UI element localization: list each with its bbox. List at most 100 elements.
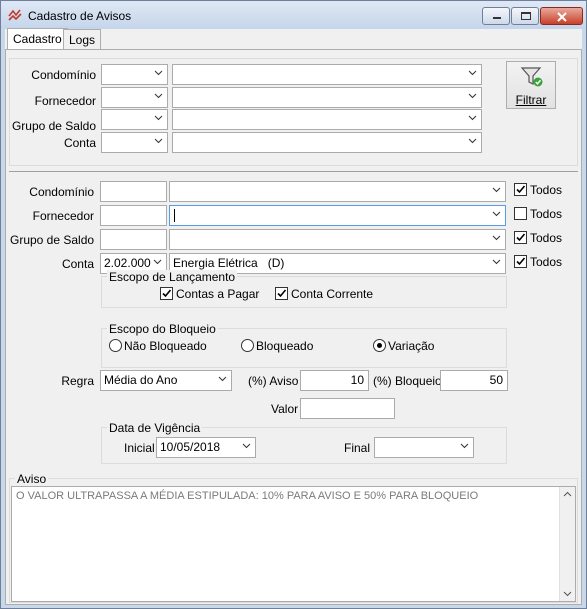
todos-label-conta: Todos [530, 255, 563, 269]
label-conta: Conta [61, 257, 94, 271]
chevron-down-icon [154, 93, 163, 99]
fornecedor-combo[interactable] [169, 205, 506, 226]
tab-page-cadastro: Condomínio Fornecedor Grupo de Saldo Con… [5, 49, 582, 605]
filter-condominio-code[interactable] [101, 64, 168, 85]
separator-line [9, 171, 578, 172]
app-icon [8, 9, 22, 21]
conta-corrente-label: Conta Corrente [291, 287, 374, 301]
filter-label-fornecedor: Fornecedor [34, 94, 96, 108]
escopo-lancamento-title: Escopo de Lançamento [107, 270, 238, 284]
filter-label-condominio: Condomínio [31, 68, 96, 82]
filter-conta-code[interactable] [101, 132, 168, 153]
fornecedor-code-input[interactable] [100, 205, 167, 226]
main-window: Cadastro de Avisos Cadastro Logs Condomí… [0, 0, 587, 609]
scroll-down-icon[interactable] [563, 589, 572, 598]
condominio-code-input[interactable] [100, 181, 167, 202]
chevron-down-icon [218, 376, 227, 382]
final-date-picker[interactable] [374, 437, 474, 458]
chevron-down-icon [492, 187, 501, 193]
aviso-textarea[interactable]: O VALOR ULTRAPASSA A MÉDIA ESTIPULADA: 1… [11, 486, 576, 602]
maximize-button[interactable] [511, 7, 539, 25]
title-bar[interactable]: Cadastro de Avisos [1, 1, 586, 29]
inicial-date-picker[interactable]: 10/05/2018 [156, 437, 256, 458]
filter-label-conta: Conta [63, 136, 96, 150]
label-regra: Regra [61, 374, 94, 388]
inicial-date-value: 10/05/2018 [160, 440, 221, 454]
todos-checkbox-fornecedor[interactable] [514, 207, 527, 220]
scroll-up-icon[interactable] [563, 490, 572, 499]
todos-label-grupo: Todos [530, 231, 563, 245]
funnel-icon [520, 67, 543, 87]
label-grupo-saldo: Grupo de Saldo [10, 233, 95, 247]
label-aviso-percent: (%) Aviso [248, 374, 299, 388]
conta-corrente-checkbox[interactable] [275, 287, 288, 300]
chevron-down-icon [492, 235, 501, 241]
filter-label-grupo-saldo: Grupo de Saldo [11, 119, 96, 133]
conta-code-value: 2.02.000 [104, 256, 151, 270]
radio-nao-bloqueado[interactable] [109, 339, 122, 352]
tab-bar: Cadastro Logs [5, 28, 582, 50]
label-fornecedor: Fornecedor [32, 209, 94, 223]
bloqueio-percent-input[interactable]: 50 [440, 370, 508, 391]
chevron-down-icon [460, 443, 469, 449]
maximize-icon [521, 12, 531, 20]
radio-variacao[interactable] [373, 339, 386, 352]
tab-logs[interactable]: Logs [63, 29, 102, 49]
vigencia-title: Data de Vigência [107, 421, 203, 435]
tab-cadastro[interactable]: Cadastro [7, 28, 68, 50]
radio-variacao-label: Variação [388, 339, 435, 353]
chevron-down-icon [153, 259, 162, 265]
todos-checkbox-condominio[interactable] [514, 183, 527, 196]
aviso-scrollbar[interactable] [559, 487, 575, 601]
aviso-title: Aviso [15, 472, 49, 486]
radio-nao-bloqueado-label: Não Bloqueado [124, 339, 207, 353]
chevron-down-icon [154, 138, 163, 144]
contas-pagar-checkbox[interactable] [160, 287, 173, 300]
chevron-down-icon [468, 115, 477, 121]
aviso-percent-input[interactable]: 10 [300, 370, 369, 391]
filter-condominio-desc[interactable] [172, 64, 482, 85]
filter-conta-desc[interactable] [172, 132, 482, 153]
todos-checkbox-conta[interactable] [514, 255, 527, 268]
valor-input[interactable] [300, 398, 395, 419]
filter-fornecedor-code[interactable] [101, 87, 168, 108]
aviso-text: O VALOR ULTRAPASSA A MÉDIA ESTIPULADA: 1… [16, 490, 479, 502]
chevron-down-icon [154, 70, 163, 76]
todos-label-fornecedor: Todos [530, 207, 563, 221]
regra-value: Média do Ano [104, 373, 178, 387]
todos-checkbox-grupo[interactable] [514, 231, 527, 244]
chevron-down-icon [154, 115, 163, 121]
text-cursor [174, 209, 175, 222]
filter-grupo-code[interactable] [101, 109, 168, 130]
label-bloqueio-percent: (%) Bloqueio [373, 374, 442, 388]
client-area: Cadastro Logs Condomínio Fornecedor Grup… [5, 28, 582, 605]
minimize-icon [493, 17, 501, 19]
condominio-combo[interactable] [169, 181, 506, 202]
todos-label-condominio: Todos [530, 183, 563, 197]
filter-button[interactable]: Filtrar [506, 61, 556, 109]
label-inicial: Inicial [124, 441, 155, 455]
regra-combo[interactable]: Média do Ano [100, 370, 232, 391]
escopo-bloqueio-title: Escopo do Bloqueio [107, 322, 218, 336]
filter-button-label: Filtrar [515, 93, 547, 107]
label-condominio: Condomínio [29, 185, 94, 199]
chevron-down-icon [468, 138, 477, 144]
radio-bloqueado[interactable] [241, 339, 254, 352]
minimize-button[interactable] [482, 7, 510, 25]
grupo-combo[interactable] [169, 229, 506, 250]
grupo-code-input[interactable] [100, 229, 167, 250]
radio-bloqueado-label: Bloqueado [256, 339, 314, 353]
chevron-down-icon [492, 211, 501, 217]
contas-pagar-label: Contas a Pagar [176, 287, 260, 301]
window-title: Cadastro de Avisos [28, 9, 132, 23]
chevron-down-icon [242, 443, 251, 449]
label-final: Final [344, 441, 371, 455]
conta-desc-value: Energia Elétrica (D) [173, 256, 285, 270]
close-icon [557, 12, 567, 22]
filter-grupo-desc[interactable] [172, 109, 482, 130]
chevron-down-icon [492, 259, 501, 265]
label-valor: Valor [271, 402, 299, 416]
chevron-down-icon [468, 70, 477, 76]
close-button[interactable] [540, 7, 583, 25]
filter-fornecedor-desc[interactable] [172, 87, 482, 108]
